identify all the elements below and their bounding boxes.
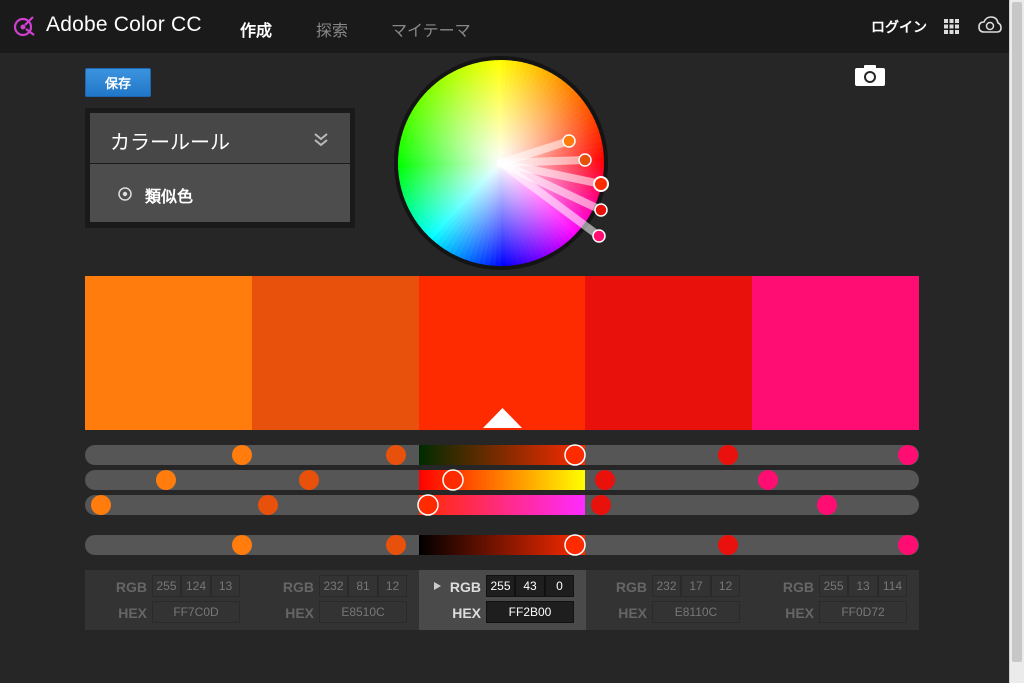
login-link[interactable]: ログイン (871, 17, 927, 37)
color-values-5[interactable]: RGB 255 13 114 HEX FF0D72 (752, 570, 919, 630)
b-value[interactable]: 12 (711, 575, 740, 597)
hex-value[interactable]: FF0D72 (819, 601, 907, 623)
color-swatch-3[interactable] (419, 276, 586, 430)
color-swatch-4[interactable] (585, 276, 752, 430)
hex-value[interactable]: FF7C0D (152, 601, 240, 623)
hex-label: HEX (618, 605, 647, 621)
top-bar: Adobe Color CC 作成 探索 マイテーマ ログイン (0, 0, 1009, 53)
r-value[interactable]: 255 (486, 575, 515, 597)
rgb-label: RGB (449, 579, 481, 595)
color-rule-panel: カラールール 類似色 (85, 108, 355, 228)
color-swatch-1[interactable] (85, 276, 252, 430)
r-value[interactable]: 232 (319, 575, 348, 597)
selected-swatch-indicator (483, 408, 522, 428)
nav-my-themes[interactable]: マイテーマ (391, 17, 471, 41)
color-swatches (85, 276, 919, 430)
nav-create[interactable]: 作成 (240, 17, 272, 41)
brand-title[interactable]: Adobe Color CC (46, 13, 202, 37)
creative-cloud-icon[interactable] (978, 15, 1002, 35)
app-grid-icon[interactable] (944, 19, 959, 34)
nav-explore[interactable]: 探索 (316, 17, 348, 41)
r-value[interactable]: 255 (819, 575, 848, 597)
rgb-label: RGB (282, 579, 314, 595)
color-rule-option-label: 類似色 (145, 187, 194, 206)
b-value[interactable]: 12 (378, 575, 407, 597)
color-swatch-2[interactable] (252, 276, 419, 430)
hex-value[interactable]: E8110C (652, 601, 740, 623)
color-rule-title: カラールール (110, 130, 230, 154)
color-values-panel: RGB 255 124 13 HEX FF7C0D RGB 232 81 12 … (85, 570, 919, 630)
rgb-label: RGB (615, 579, 647, 595)
hex-label: HEX (118, 605, 147, 621)
color-swatch-5[interactable] (752, 276, 919, 430)
g-value[interactable]: 43 (515, 575, 545, 597)
color-values-4[interactable]: RGB 232 17 12 HEX E8110C (585, 570, 752, 630)
rgb-label: RGB (115, 579, 147, 595)
b-value[interactable]: 114 (878, 575, 907, 597)
radio-icon[interactable] (118, 187, 132, 201)
hex-label: HEX (452, 605, 481, 621)
color-rule-dropdown[interactable]: カラールール (90, 113, 350, 163)
hex-value[interactable]: E8510C (319, 601, 407, 623)
color-values-2[interactable]: RGB 232 81 12 HEX E8510C (252, 570, 419, 630)
color-rule-option-analogous[interactable]: 類似色 (90, 164, 350, 222)
color-values-1[interactable]: RGB 255 124 13 HEX FF7C0D (85, 570, 252, 630)
color-sliders[interactable] (85, 440, 921, 560)
color-wheel[interactable] (393, 53, 613, 273)
g-value[interactable]: 17 (681, 575, 711, 597)
save-button[interactable]: 保存 (85, 68, 151, 97)
rgb-label: RGB (782, 579, 814, 595)
b-value[interactable]: 0 (545, 575, 574, 597)
hex-label: HEX (785, 605, 814, 621)
hex-label: HEX (285, 605, 314, 621)
r-value[interactable]: 232 (652, 575, 681, 597)
b-value[interactable]: 13 (211, 575, 240, 597)
caret-right-icon (434, 582, 441, 590)
g-value[interactable]: 81 (348, 575, 378, 597)
camera-icon[interactable] (855, 65, 885, 86)
vertical-scrollbar[interactable] (1009, 0, 1024, 683)
scrollbar-thumb[interactable] (1012, 2, 1022, 662)
color-values-3-selected[interactable]: RGB 255 43 0 HEX FF2B00 (419, 570, 586, 630)
g-value[interactable]: 13 (848, 575, 878, 597)
adobe-color-logo-icon[interactable] (12, 14, 36, 38)
g-value[interactable]: 124 (181, 575, 211, 597)
r-value[interactable]: 255 (152, 575, 181, 597)
double-chevron-down-icon[interactable] (313, 133, 329, 147)
hex-value[interactable]: FF2B00 (486, 601, 574, 623)
